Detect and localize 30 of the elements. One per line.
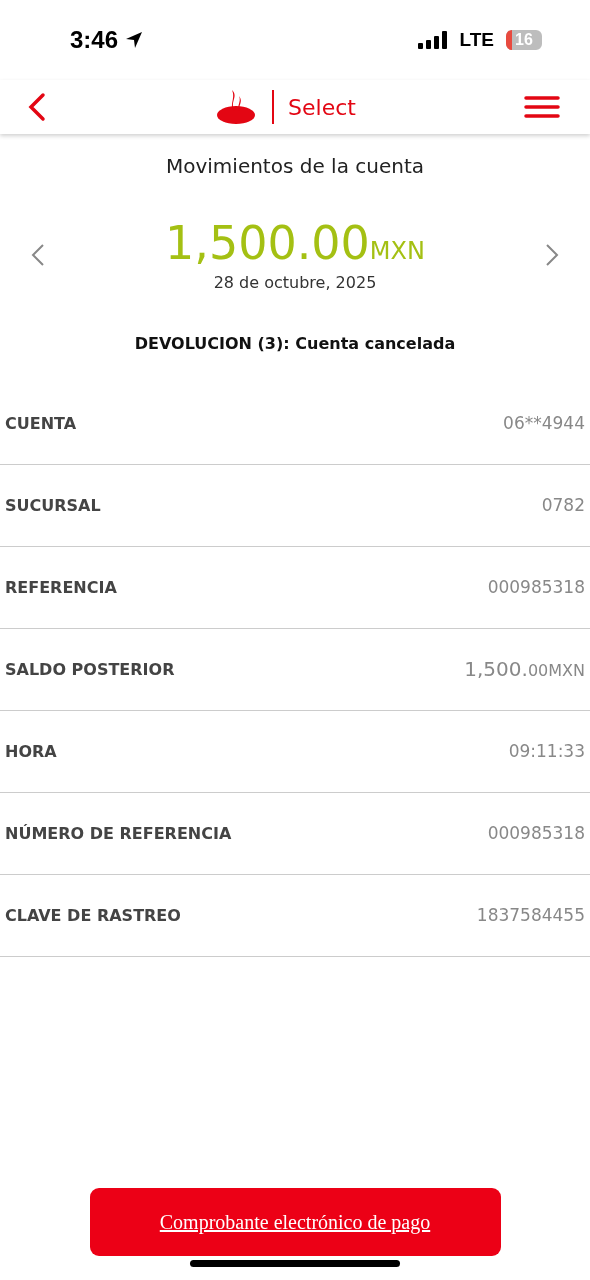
flame-logo-icon [216,90,257,124]
detail-label: SUCURSAL [5,495,101,515]
detail-label: CUENTA [5,413,77,433]
detail-label: SALDO POSTERIOR [5,659,175,679]
movement-amount: 1,500.00 MXN [165,218,425,269]
menu-icon[interactable] [524,95,560,119]
movement-description: DEVOLUCION (3): Cuenta cancelada [133,333,457,353]
detail-value: 000985318 [487,823,585,844]
movement-date: 28 de octubre, 2025 [213,272,377,292]
detail-label: REFERENCIA [5,577,117,597]
status-time: 3:46 [70,26,119,54]
brand-name: Select [288,94,356,120]
back-icon[interactable] [26,92,48,122]
detail-value: 1837584455 [476,905,585,926]
detail-value: 0782 [541,495,585,516]
detail-label: HORA [5,741,57,761]
location-arrow-icon [124,30,145,50]
receipt-button[interactable]: Comprobante electrónico de pago [89,1188,501,1256]
detail-value: 1,500.00MXN [464,657,585,682]
previous-icon[interactable] [30,241,46,268]
detail-value: 000985318 [487,577,585,598]
detail-label: CLAVE DE RASTREO [5,905,181,925]
detail-value: 09:11:33 [508,741,585,762]
signal-icon [417,31,448,49]
battery-icon: 16 [506,30,542,50]
detail-value: 06**4944 [503,413,585,434]
page-title: Movimientos de la cuenta [164,154,425,178]
network-label: LTE [459,29,494,51]
detail-label: NÚMERO DE REFERENCIA [5,823,232,843]
next-icon[interactable] [544,241,560,268]
